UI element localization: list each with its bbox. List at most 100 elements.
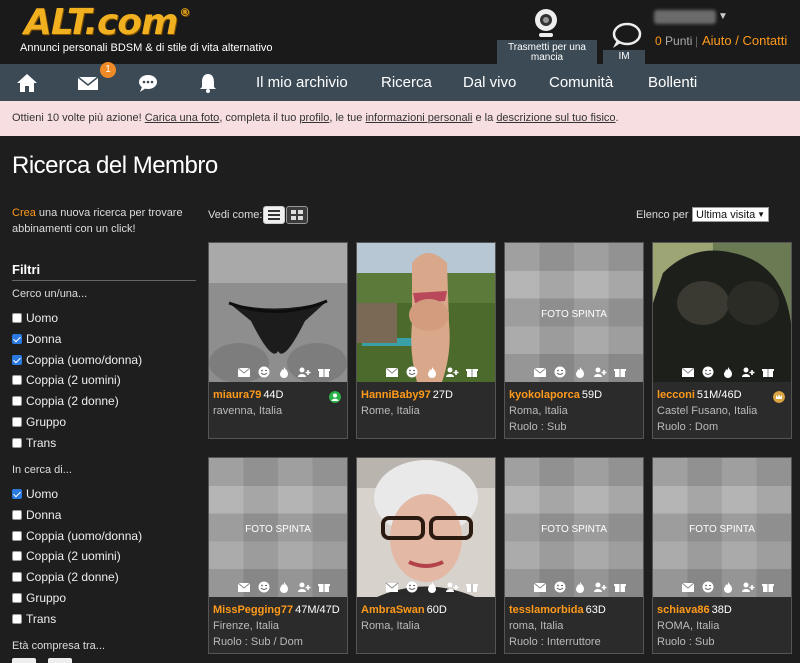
member-card[interactable]: FOTO SPINTA tesslamorbida 63D roma, Italia R… [504, 457, 644, 654]
wink-icon[interactable] [553, 366, 567, 378]
member-photo[interactable]: FOTO SPINTA [653, 458, 791, 597]
gift-icon[interactable] [761, 366, 775, 378]
filter-checkbox[interactable] [12, 551, 22, 562]
add-friend-icon[interactable] [297, 366, 311, 378]
filter-option[interactable]: Trans [12, 612, 56, 626]
filter-option[interactable]: Coppia (2 uomini) [12, 549, 121, 563]
flame-icon[interactable] [277, 366, 291, 378]
nav-live[interactable]: Dal vivo [463, 74, 516, 91]
wink-icon[interactable] [553, 581, 567, 593]
member-card[interactable]: HanniBaby97 27D Rome, Italia [356, 242, 496, 439]
list-view-button[interactable] [263, 206, 285, 224]
member-name[interactable]: MissPegging77 47M/47D [213, 604, 340, 616]
add-friend-icon[interactable] [741, 581, 755, 593]
mail-icon[interactable] [681, 366, 695, 378]
filter-checkbox[interactable] [12, 530, 22, 541]
gift-icon[interactable] [317, 366, 331, 378]
member-card[interactable]: FOTO SPINTA kyokolaporca 59D Roma, Italia Ru… [504, 242, 644, 439]
member-photo[interactable]: FOTO SPINTA [505, 243, 643, 382]
chevron-down-icon[interactable]: ▼ [718, 11, 728, 22]
mail-icon[interactable] [237, 366, 251, 378]
wink-icon[interactable] [701, 366, 715, 378]
mail-icon[interactable] [681, 581, 695, 593]
flame-icon[interactable] [277, 581, 291, 593]
filter-option[interactable]: Coppia (2 uomini) [12, 373, 121, 387]
mail-icon[interactable] [385, 366, 399, 378]
filter-checkbox[interactable] [12, 572, 22, 583]
wink-icon[interactable] [405, 366, 419, 378]
add-friend-icon[interactable] [593, 366, 607, 378]
add-friend-icon[interactable] [593, 581, 607, 593]
member-photo[interactable] [653, 243, 791, 382]
member-photo[interactable]: FOTO SPINTA [209, 458, 347, 597]
flame-icon[interactable] [573, 581, 587, 593]
member-name[interactable]: AmbraSwan 60D [361, 604, 447, 616]
member-name[interactable]: kyokolaporca 59D [509, 389, 602, 401]
member-card[interactable]: FOTO SPINTA schiava86 38D ROMA, Italia Ruolo… [652, 457, 792, 654]
sort-select[interactable]: Ultima visita ▼ [692, 207, 769, 222]
member-photo[interactable] [357, 458, 495, 597]
mail-icon[interactable] [77, 72, 99, 94]
gift-icon[interactable] [317, 581, 331, 593]
member-card[interactable]: AmbraSwan 60D Roma, Italia [356, 457, 496, 654]
age-max-input[interactable] [48, 658, 72, 663]
member-name[interactable]: tesslamorbida 63D [509, 604, 606, 616]
member-card[interactable]: miaura79 44D ravenna, Italia [208, 242, 348, 439]
filter-option[interactable]: Coppia (2 donne) [12, 394, 119, 408]
filter-option[interactable]: Coppia (2 donne) [12, 570, 119, 584]
member-username[interactable]: schiava86 [657, 604, 710, 616]
filter-checkbox[interactable] [12, 509, 22, 520]
grid-view-button[interactable] [286, 206, 308, 224]
flame-icon[interactable] [721, 366, 735, 378]
mail-icon[interactable] [533, 366, 547, 378]
home-icon[interactable] [16, 72, 38, 94]
gift-icon[interactable] [613, 581, 627, 593]
member-username[interactable]: tesslamorbida [509, 604, 584, 616]
member-name[interactable]: lecconi 51M/46D [657, 389, 742, 401]
member-card[interactable]: FOTO SPINTA MissPegging77 47M/47D Firenze, … [208, 457, 348, 654]
flame-icon[interactable] [425, 581, 439, 593]
alt-logo[interactable]: ALT.com ® [24, 2, 191, 43]
chat-bubble-icon[interactable] [609, 22, 643, 50]
member-username[interactable]: MissPegging77 [213, 604, 293, 616]
mail-icon[interactable] [385, 581, 399, 593]
chat-icon[interactable] [137, 72, 159, 94]
member-card[interactable]: lecconi 51M/46D Castel Fusano, Italia Ruolo… [652, 242, 792, 439]
nav-my-archive[interactable]: Il mio archivio [256, 74, 348, 91]
filter-checkbox[interactable] [12, 437, 22, 448]
filter-checkbox[interactable] [12, 417, 22, 427]
filter-option[interactable]: Coppia (uomo/donna) [12, 529, 142, 543]
filter-checkbox[interactable] [12, 613, 22, 624]
username-blurred[interactable] [654, 10, 716, 24]
help-contact-link[interactable]: Aiuto / Contatti [702, 33, 787, 48]
gift-icon[interactable] [465, 581, 479, 593]
filter-checkbox[interactable] [12, 593, 22, 603]
gift-icon[interactable] [613, 366, 627, 378]
member-name[interactable]: schiava86 38D [657, 604, 732, 616]
filter-option[interactable]: Trans [12, 436, 56, 450]
member-name[interactable]: miaura79 44D [213, 389, 284, 401]
member-photo[interactable] [357, 243, 495, 382]
im-button[interactable]: IM [603, 50, 645, 64]
wink-icon[interactable] [701, 581, 715, 593]
add-friend-icon[interactable] [445, 581, 459, 593]
profile-link[interactable]: profilo [299, 112, 329, 124]
filter-checkbox[interactable] [12, 396, 22, 407]
member-username[interactable]: HanniBaby97 [361, 389, 431, 401]
member-photo[interactable] [209, 243, 347, 382]
nav-hot[interactable]: Bollenti [648, 74, 697, 91]
filter-option[interactable]: Uomo [12, 487, 58, 501]
member-photo[interactable]: FOTO SPINTA [505, 458, 643, 597]
filter-checkbox[interactable] [12, 313, 22, 323]
add-friend-icon[interactable] [297, 581, 311, 593]
filter-option[interactable]: Donna [12, 332, 61, 346]
tip-broadcast-button[interactable]: Trasmetti per una mancia [497, 40, 597, 64]
wink-icon[interactable] [405, 581, 419, 593]
gift-icon[interactable] [761, 581, 775, 593]
filter-option[interactable]: Gruppo [12, 591, 66, 605]
wink-icon[interactable] [257, 581, 271, 593]
mail-icon[interactable] [237, 581, 251, 593]
filter-checkbox[interactable] [12, 375, 22, 386]
create-search-link[interactable]: Crea [12, 207, 36, 219]
body-description-link[interactable]: descrizione sul tuo fisico [496, 112, 615, 124]
